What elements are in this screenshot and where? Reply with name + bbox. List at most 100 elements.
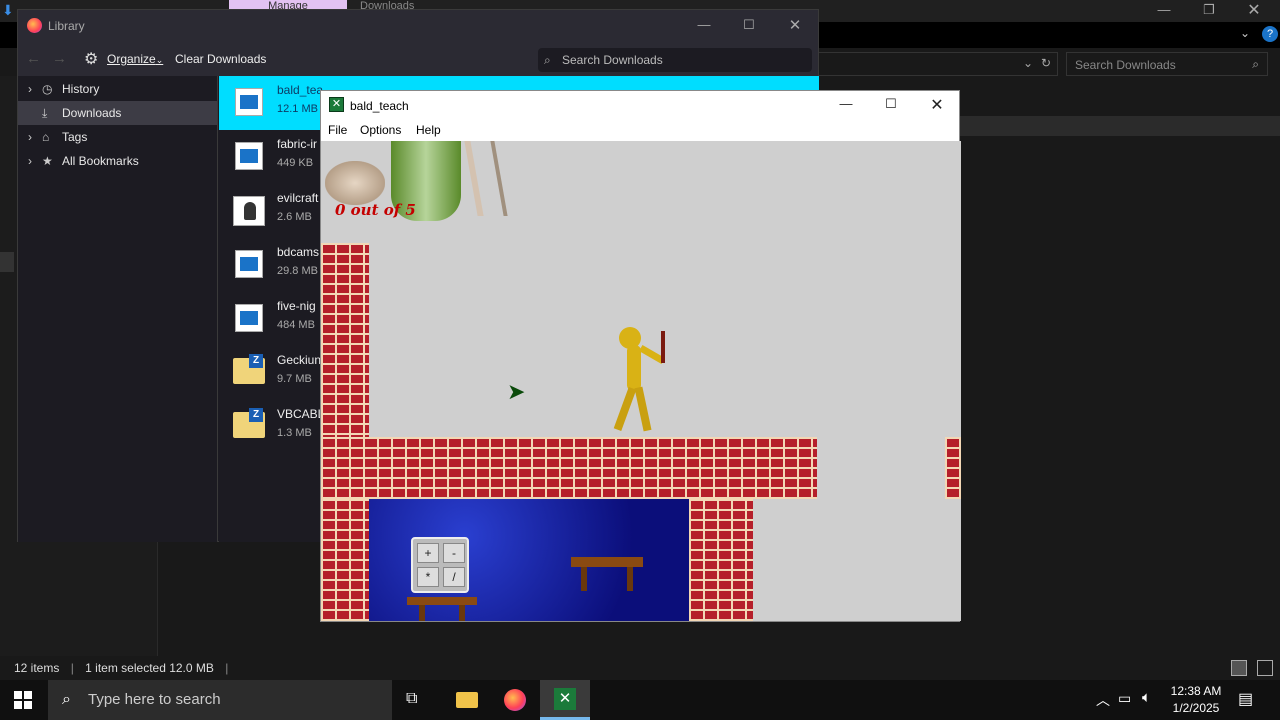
zip-folder-icon: Z bbox=[233, 354, 265, 384]
game-minimize-button[interactable]: — bbox=[826, 96, 866, 111]
game-taskbar-button[interactable]: ✕ bbox=[540, 680, 590, 720]
key-divide[interactable]: / bbox=[443, 567, 465, 587]
library-title: Library bbox=[48, 19, 85, 33]
download-name: evilcraft bbox=[277, 191, 319, 205]
download-size: 2.6 MB bbox=[277, 211, 312, 223]
selection-info: 1 item selected 12.0 MB bbox=[85, 661, 214, 675]
library-titlebar: Library — ☐ ✕ bbox=[18, 10, 818, 42]
chevron-down-icon[interactable]: ⌄ bbox=[1023, 56, 1033, 70]
menu-file[interactable]: File bbox=[328, 123, 347, 137]
library-search-placeholder: Search Downloads bbox=[562, 53, 663, 67]
game-menubar: File Options Help bbox=[321, 119, 959, 141]
cursor-arrow-icon: ➤ bbox=[507, 379, 526, 404]
firefox-logo-icon bbox=[27, 18, 42, 33]
download-size: 1.3 MB bbox=[277, 427, 312, 439]
organize-menu-button[interactable]: Organize⌄ bbox=[107, 52, 163, 66]
volume-icon[interactable]: 🔈︎ bbox=[1142, 689, 1151, 706]
file-explorer-icon[interactable] bbox=[456, 692, 478, 708]
library-minimize-button[interactable]: — bbox=[684, 17, 724, 32]
library-maximize-button[interactable]: ☐ bbox=[729, 17, 769, 33]
download-name: bald_tea bbox=[277, 83, 324, 97]
download-name: bdcams bbox=[277, 245, 320, 259]
network-icon[interactable]: ▭ bbox=[1118, 690, 1131, 707]
chevron-up-icon[interactable]: ︿ bbox=[1096, 690, 1110, 710]
sidebar-item-all-bookmarks[interactable]: › ★ All Bookmarks bbox=[18, 149, 217, 173]
clock[interactable]: 12:38 AM 1/2/2025 bbox=[1166, 683, 1226, 717]
brick-wall-lower-left bbox=[321, 499, 369, 621]
app-icon: ✕ bbox=[329, 97, 344, 112]
chevron-down-icon[interactable]: ⌄ bbox=[1240, 26, 1250, 40]
refresh-icon[interactable]: ↻ bbox=[1041, 56, 1051, 70]
brick-floor-right bbox=[945, 437, 961, 499]
download-arrow-icon: ⬇ bbox=[2, 2, 14, 18]
key-multiply[interactable]: * bbox=[417, 567, 439, 587]
taskbar-search-input[interactable]: ⌕ Type here to search bbox=[48, 680, 392, 720]
sidebar-item-tags[interactable]: › ⌂ Tags bbox=[18, 125, 217, 149]
installer-icon bbox=[235, 142, 263, 170]
installer-icon bbox=[235, 88, 263, 116]
explorer-restore-button[interactable]: ❐ bbox=[1189, 2, 1229, 18]
help-icon[interactable]: ? bbox=[1262, 26, 1278, 42]
download-size: 12.1 MB bbox=[277, 103, 318, 115]
java-icon bbox=[233, 196, 265, 226]
calculator-keypad[interactable]: + - * / bbox=[411, 537, 469, 593]
desk bbox=[407, 597, 477, 621]
game-close-button[interactable]: ✕ bbox=[917, 95, 957, 115]
gear-icon: ⚙ bbox=[84, 51, 99, 68]
explorer-search-placeholder: Search Downloads bbox=[1075, 58, 1176, 72]
taskbar: ⌕ Type here to search ⧉ ✕ ︿ ▭ 🔈︎ 12:38 A… bbox=[0, 680, 1280, 720]
firefox-icon[interactable] bbox=[504, 689, 526, 711]
menu-options[interactable]: Options bbox=[360, 123, 401, 137]
download-name: VBCABL bbox=[277, 407, 325, 421]
item-count: 12 items bbox=[14, 661, 60, 675]
download-name: Geckiun bbox=[277, 353, 322, 367]
library-sidebar: › ◷ History ⤓ Downloads › ⌂ Tags › ★ All… bbox=[18, 76, 218, 542]
search-icon: ⌕ bbox=[1252, 57, 1259, 71]
download-size: 9.7 MB bbox=[277, 373, 312, 385]
nav-pane-selection[interactable] bbox=[0, 252, 14, 272]
menu-help[interactable]: Help bbox=[416, 123, 441, 137]
brick-wall-lower-right bbox=[689, 499, 753, 621]
address-bar[interactable]: ⌄ ↻ bbox=[818, 52, 1058, 76]
arm-figure bbox=[464, 141, 508, 216]
explorer-status-bar: 12 items | 1 item selected 12.0 MB | bbox=[0, 656, 1280, 680]
sidebar-item-label: All Bookmarks bbox=[62, 154, 139, 168]
explorer-close-button[interactable]: ✕ bbox=[1234, 0, 1274, 20]
large-icons-view-icon[interactable] bbox=[1257, 660, 1273, 676]
back-arrow-icon[interactable]: ← bbox=[26, 50, 41, 67]
search-icon: ⌕ bbox=[62, 691, 71, 708]
clear-downloads-button[interactable]: Clear Downloads bbox=[175, 52, 266, 66]
explorer-search-input[interactable]: Search Downloads ⌕ bbox=[1066, 52, 1268, 76]
chevron-right-icon[interactable]: › bbox=[28, 149, 32, 173]
key-minus[interactable]: - bbox=[443, 543, 465, 563]
task-view-icon[interactable]: ⧉ bbox=[406, 690, 417, 708]
game-canvas[interactable]: 0 out of 5 ➤ + - * / bbox=[321, 141, 961, 621]
chevron-right-icon[interactable]: › bbox=[28, 125, 32, 149]
download-icon: ⤓ bbox=[42, 106, 48, 120]
sidebar-item-downloads[interactable]: ⤓ Downloads bbox=[18, 101, 217, 125]
game-window: ✕ bald_teach — ☐ ✕ File Options Help 0 o… bbox=[320, 90, 961, 622]
clock-date: 1/2/2025 bbox=[1172, 701, 1220, 715]
forward-arrow-icon[interactable]: → bbox=[52, 50, 67, 67]
sidebar-item-label: Tags bbox=[62, 130, 88, 144]
chevron-right-icon[interactable]: › bbox=[28, 77, 32, 101]
game-title: bald_teach bbox=[350, 99, 409, 113]
sidebar-item-history[interactable]: › ◷ History bbox=[18, 77, 217, 101]
zip-folder-icon: Z bbox=[233, 408, 265, 438]
clock-icon: ◷ bbox=[42, 82, 53, 96]
brick-wall-left bbox=[321, 243, 369, 439]
notebook-counter: 0 out of 5 bbox=[335, 201, 416, 219]
game-maximize-button[interactable]: ☐ bbox=[871, 96, 911, 112]
notifications-icon[interactable]: ▤ bbox=[1238, 689, 1253, 709]
app-icon: ✕ bbox=[554, 688, 576, 710]
explorer-minimize-button[interactable]: — bbox=[1144, 2, 1184, 17]
windows-start-icon[interactable] bbox=[14, 691, 32, 709]
star-icon: ★ bbox=[42, 154, 53, 168]
library-search-input[interactable]: ⌕ Search Downloads bbox=[538, 48, 812, 72]
search-icon: ⌕ bbox=[544, 53, 551, 67]
desk bbox=[571, 557, 643, 591]
details-view-icon[interactable] bbox=[1231, 660, 1247, 676]
key-plus[interactable]: + bbox=[417, 543, 439, 563]
download-size: 484 MB bbox=[277, 319, 315, 331]
library-close-button[interactable]: ✕ bbox=[775, 16, 815, 34]
